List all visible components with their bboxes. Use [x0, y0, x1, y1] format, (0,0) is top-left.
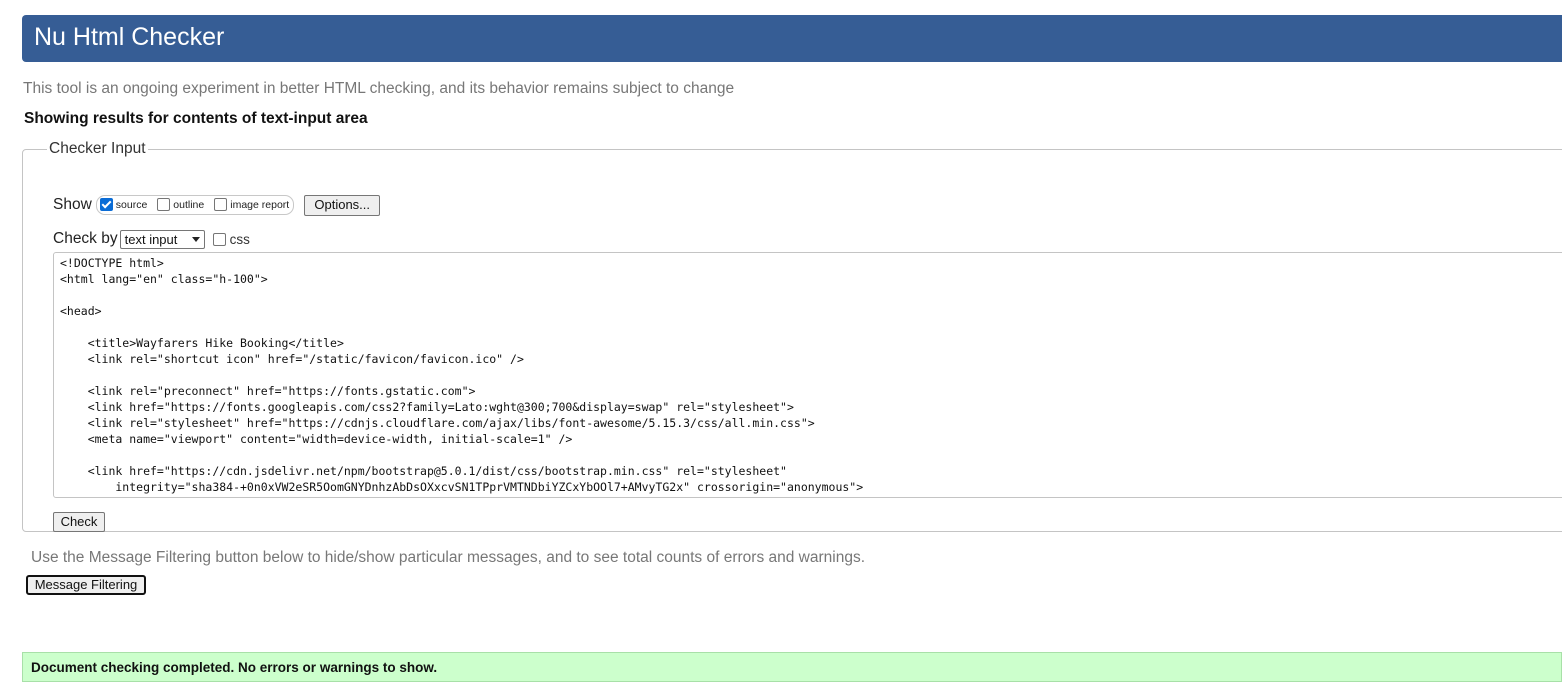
success-banner: Document checking completed. No errors o…	[22, 652, 1562, 682]
show-label: Show	[53, 196, 92, 213]
image-report-label: image report	[230, 199, 290, 211]
show-outline-option[interactable]: outline	[157, 197, 205, 212]
css-checkbox[interactable]	[212, 232, 226, 246]
message-filtering-button[interactable]: Message Filtering	[26, 575, 146, 595]
header-bar: Nu Html Checker	[22, 15, 1562, 62]
checker-input-legend: Checker Input	[49, 140, 146, 157]
options-button[interactable]: Options...	[304, 194, 381, 216]
show-row: Show source outline image report Options…	[53, 194, 381, 216]
show-image-report-option[interactable]: image report	[214, 197, 290, 212]
check-by-row: Check by text input css	[53, 228, 250, 250]
checker-input-fieldset: Checker Input Show source outline image …	[22, 140, 1562, 532]
check-by-select[interactable]: text input	[119, 229, 205, 249]
source-label: source	[115, 199, 148, 211]
image-report-checkbox[interactable]	[214, 197, 228, 211]
source-textarea[interactable]: <!DOCTYPE html> <html lang="en" class="h…	[53, 252, 1562, 498]
outline-label: outline	[173, 199, 205, 211]
filter-note: Use the Message Filtering button below t…	[31, 549, 866, 566]
source-text: <!DOCTYPE html> <html lang="en" class="h…	[60, 256, 864, 494]
check-button[interactable]: Check	[53, 512, 105, 532]
success-message: Document checking completed. No errors o…	[31, 659, 438, 675]
css-label: css	[229, 231, 250, 247]
source-checkbox[interactable]	[99, 197, 113, 211]
outline-checkbox[interactable]	[157, 197, 171, 211]
chevron-down-icon	[191, 236, 200, 242]
experiment-notice: This tool is an ongoing experiment in be…	[23, 80, 735, 97]
check-by-label: Check by	[53, 230, 118, 247]
check-by-selected-value: text input	[124, 231, 178, 247]
page: Nu Html Checker This tool is an ongoing …	[0, 0, 1562, 691]
results-heading: Showing results for contents of text-inp…	[24, 110, 368, 127]
show-source-option[interactable]: source	[99, 197, 148, 212]
show-options-group: source outline image report	[95, 195, 295, 215]
css-option[interactable]: css	[212, 231, 250, 247]
page-title: Nu Html Checker	[34, 23, 225, 51]
